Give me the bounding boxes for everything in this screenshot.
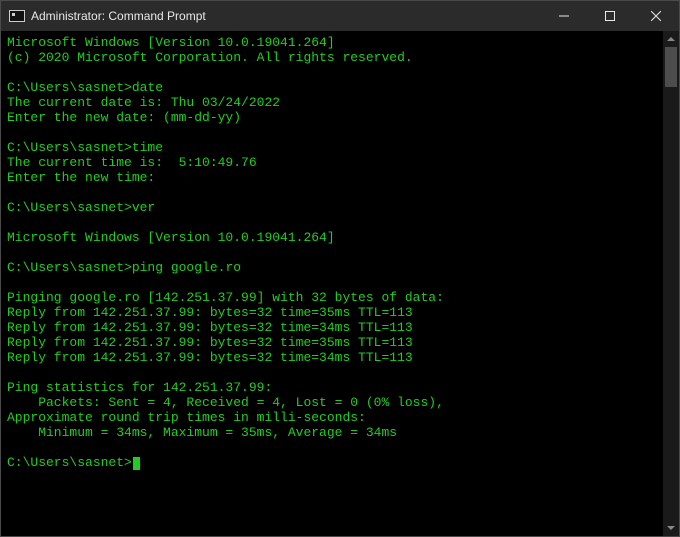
ping-header: Pinging google.ro [142.251.37.99] with 3… <box>7 290 444 305</box>
maximize-icon <box>605 11 615 21</box>
maximize-button[interactable] <box>587 1 633 31</box>
prompt: C:\Users\sasnet> <box>7 455 132 470</box>
ping-stats-header: Ping statistics for 142.251.37.99: <box>7 380 272 395</box>
scroll-up-arrow-icon[interactable] <box>663 31 679 47</box>
minimize-icon <box>559 11 569 21</box>
close-button[interactable] <box>633 1 679 31</box>
ping-packets: Packets: Sent = 4, Received = 4, Lost = … <box>7 395 444 410</box>
prompt: C:\Users\sasnet> <box>7 260 132 275</box>
ping-rtt-values: Minimum = 34ms, Maximum = 35ms, Average … <box>7 425 397 440</box>
time-input-prompt: Enter the new time: <box>7 170 155 185</box>
prompt: C:\Users\sasnet> <box>7 80 132 95</box>
prompt: C:\Users\sasnet> <box>7 140 132 155</box>
ping-reply: Reply from 142.251.37.99: bytes=32 time=… <box>7 320 413 335</box>
vertical-scrollbar[interactable] <box>663 31 679 536</box>
terminal[interactable]: Microsoft Windows [Version 10.0.19041.26… <box>1 31 663 536</box>
cmd-icon <box>9 10 25 22</box>
prompt: C:\Users\sasnet> <box>7 200 132 215</box>
ping-command: ping google.ro <box>132 260 241 275</box>
date-result: The current date is: Thu 03/24/2022 <box>7 95 280 110</box>
date-command: date <box>132 80 163 95</box>
ping-rtt-header: Approximate round trip times in milli-se… <box>7 410 366 425</box>
minimize-button[interactable] <box>541 1 587 31</box>
ping-reply: Reply from 142.251.37.99: bytes=32 time=… <box>7 335 413 350</box>
cursor <box>133 457 140 470</box>
time-result: The current time is: 5:10:49.76 <box>7 155 257 170</box>
scroll-down-arrow-icon[interactable] <box>663 520 679 536</box>
terminal-area: Microsoft Windows [Version 10.0.19041.26… <box>1 31 679 536</box>
os-version-line: Microsoft Windows [Version 10.0.19041.26… <box>7 35 335 50</box>
ping-reply: Reply from 142.251.37.99: bytes=32 time=… <box>7 305 413 320</box>
command-prompt-window: Administrator: Command Prompt Microsoft … <box>0 0 680 537</box>
time-command: time <box>132 140 163 155</box>
copyright-line: (c) 2020 Microsoft Corporation. All righ… <box>7 50 413 65</box>
close-icon <box>651 11 661 21</box>
window-controls <box>541 1 679 31</box>
scrollbar-track[interactable] <box>663 47 679 520</box>
ver-result: Microsoft Windows [Version 10.0.19041.26… <box>7 230 335 245</box>
ping-reply: Reply from 142.251.37.99: bytes=32 time=… <box>7 350 413 365</box>
window-title: Administrator: Command Prompt <box>31 9 541 23</box>
titlebar[interactable]: Administrator: Command Prompt <box>1 1 679 31</box>
ver-command: ver <box>132 200 155 215</box>
scrollbar-thumb[interactable] <box>665 47 677 87</box>
date-input-prompt: Enter the new date: (mm-dd-yy) <box>7 110 241 125</box>
